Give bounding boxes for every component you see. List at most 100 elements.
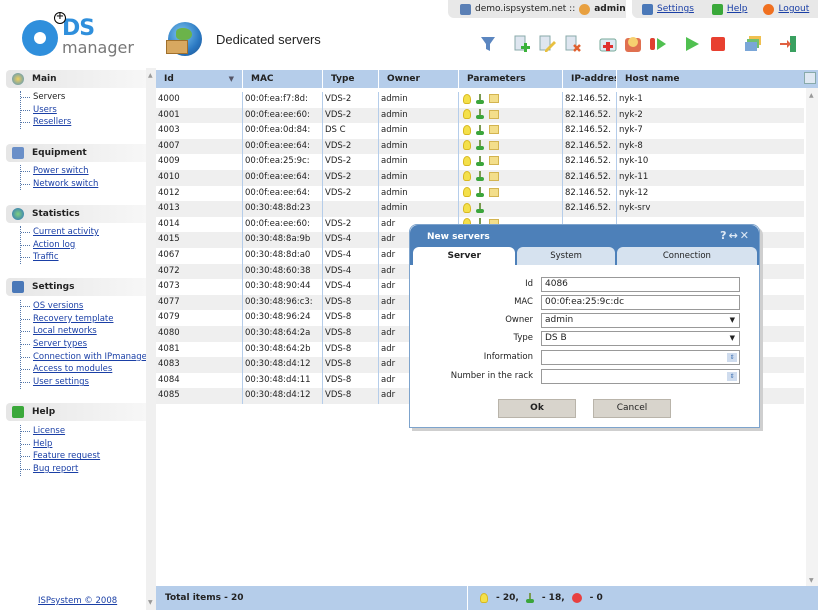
sidebar-item-action-log[interactable]: Action log [33, 240, 75, 250]
sidebar-item-power-switch[interactable]: Power switch [33, 166, 89, 176]
dialog-controls[interactable]: ?↔✕ [720, 229, 751, 242]
ip-addresses-icon[interactable] [743, 34, 763, 54]
expand-field-icon[interactable]: ⇕ [727, 353, 737, 362]
sidebar-item-feature-request[interactable]: Feature request [33, 451, 100, 461]
cell-ip: 82.146.52. [563, 92, 617, 108]
copyright-link[interactable]: ISPsystem © 2008 [38, 596, 117, 606]
cancel-button[interactable]: Cancel [593, 399, 671, 418]
chevron-down-icon[interactable]: ▼ [730, 314, 735, 327]
sidebar-section-equipment[interactable]: Equipment [6, 144, 146, 162]
sidebar-item-license[interactable]: License [33, 426, 65, 436]
sidebar-item-help[interactable]: Help [33, 439, 52, 449]
cell-mac: 00:30:48:64:2b [243, 341, 323, 358]
settings-link[interactable]: Settings [657, 4, 694, 14]
sidebar-item-network-switch[interactable]: Network switch [33, 179, 98, 189]
scroll-up-icon[interactable]: ▲ [148, 72, 153, 79]
sidebar-item-local-networks[interactable]: Local networks [33, 326, 97, 336]
cell-mac: 00:0f:ea:ee:60: [243, 107, 323, 124]
column-header-owner[interactable]: Owner [379, 70, 459, 88]
sidebar-item-current-activity[interactable]: Current activity [33, 227, 99, 237]
information-label: Information [483, 352, 533, 362]
table-row[interactable]: 4001 00:0f:ea:ee:60: VDS-2 admin 82.146.52. n… [156, 107, 804, 124]
sidebar-section-statistics[interactable]: Statistics [6, 205, 146, 223]
dialog-titlebar[interactable]: New servers ?↔✕ [410, 225, 759, 247]
table-row[interactable]: 4007 00:0f:ea:ee:64: VDS-2 admin 82.146.52. n… [156, 138, 804, 155]
sidebar-item-server-types[interactable]: Server types [33, 339, 87, 349]
message-icon [489, 171, 499, 181]
column-settings-icon[interactable] [804, 72, 816, 84]
sidebar-scrollbar[interactable]: ▲ ▼ [146, 68, 156, 610]
table-row[interactable]: 4000 00:0f:ea:f7:8d: VDS-2 admin 82.146.52. n… [156, 92, 804, 108]
column-header-type[interactable]: Type [323, 70, 379, 88]
cell-host: nyk-10 [619, 156, 649, 167]
sidebar-item-users[interactable]: Users [33, 105, 57, 115]
sort-desc-icon[interactable]: ▼ [229, 70, 234, 88]
tab-connection[interactable]: Connection [616, 247, 757, 265]
cell-type: VDS-8 [323, 325, 379, 342]
help-icon[interactable]: ? [720, 229, 728, 242]
table-row[interactable]: 4009 00:0f:ea:25:9c: VDS-2 admin 82.146.52. n… [156, 154, 804, 170]
scroll-up-icon[interactable]: ▲ [809, 92, 814, 99]
ok-button[interactable]: Ok [498, 399, 576, 418]
chevron-down-icon[interactable]: ▼ [730, 332, 735, 345]
power-on-icon[interactable] [682, 34, 702, 54]
scroll-down-icon[interactable]: ▼ [809, 577, 814, 584]
power-off-icon[interactable] [708, 34, 728, 54]
new-icon[interactable] [512, 34, 532, 54]
column-header-ip[interactable]: IP-addres [563, 70, 617, 88]
logout-link[interactable]: Logout [778, 4, 809, 14]
sidebar-item-recovery-template[interactable]: Recovery template [33, 314, 113, 324]
table-scrollbar[interactable]: ▲ ▼ [806, 88, 818, 586]
column-header-id[interactable]: Id ▼ [156, 70, 243, 88]
cell-owner: admin [379, 138, 459, 155]
tab-system[interactable]: System [517, 247, 615, 265]
mac-field[interactable]: 00:0f:ea:25:9c:dc [541, 295, 740, 310]
filter-icon[interactable] [478, 34, 498, 54]
cell-id: 4014 [156, 216, 243, 233]
table-row[interactable]: 4012 00:0f:ea:ee:64: VDS-2 admin 82.146.52. n… [156, 185, 804, 202]
table-row[interactable]: 4013 00:30:48:8d:23 admin 82.146.52. nyk-srv [156, 201, 804, 217]
tab-server[interactable]: Server [413, 247, 516, 265]
close-icon[interactable]: ✕ [740, 229, 751, 242]
sidebar-item-user-settings[interactable]: User settings [33, 377, 89, 387]
expand-icon[interactable]: ↔ [729, 229, 740, 242]
sidebar-item-connection-ipmanager[interactable]: Connection with IPmanager [33, 352, 150, 362]
table-row[interactable]: 4003 00:0f:ea:0d:84: DS Cadmin 82.146.52. ny… [156, 123, 804, 139]
owner-select[interactable]: admin ▼ [541, 313, 740, 328]
cell-mac: 00:30:48:90:44 [243, 279, 323, 295]
ds-manager-logo[interactable]: DS manager [22, 14, 134, 58]
cell-type: VDS-8 [323, 341, 379, 358]
delete-icon[interactable] [563, 34, 583, 54]
expand-field-icon[interactable]: ⇕ [727, 372, 737, 381]
column-header-host[interactable]: Host name [617, 70, 793, 88]
sidebar-item-servers[interactable]: Servers [21, 91, 71, 104]
edit-icon[interactable] [537, 34, 557, 54]
restart-icon[interactable] [648, 34, 668, 54]
type-select[interactable]: DS B ▼ [541, 331, 740, 346]
cell-owner: admin [379, 107, 459, 124]
sidebar-section-main[interactable]: Main [6, 70, 146, 88]
exit-icon[interactable] [778, 34, 798, 54]
column-header-parameters[interactable]: Parameters [459, 70, 563, 88]
rack-number-field[interactable]: ⇕ [541, 369, 740, 384]
column-header-mac[interactable]: MAC [243, 70, 323, 88]
sidebar-section-settings[interactable]: Settings [6, 278, 146, 296]
section-title: Settings [32, 282, 75, 292]
scroll-down-icon[interactable]: ▼ [148, 599, 153, 606]
sidebar-item-bug-report[interactable]: Bug report [33, 464, 78, 474]
sidebar-item-traffic[interactable]: Traffic [33, 252, 59, 262]
sidebar-section-help[interactable]: Help [6, 403, 146, 421]
help-link[interactable]: Help [727, 4, 748, 14]
reboot-icon[interactable] [623, 34, 643, 54]
id-field[interactable]: 4086 [541, 277, 740, 292]
plug-icon [476, 124, 484, 135]
table-row[interactable]: 4010 00:0f:ea:ee:64: VDS-2 admin 82.146.52. n… [156, 169, 804, 186]
top-bar: demo.ispsystem.net :: admin Settings Hel… [448, 0, 818, 18]
recovery-icon[interactable] [598, 34, 618, 54]
information-field[interactable]: ⇕ [541, 350, 740, 365]
sidebar-item-os-versions[interactable]: OS versions [33, 301, 83, 311]
error-count: - 0 [589, 593, 603, 603]
sidebar-item-resellers[interactable]: Resellers [33, 117, 71, 127]
cell-id: 4003 [156, 123, 243, 139]
sidebar-item-access-modules[interactable]: Access to modules [33, 364, 112, 374]
